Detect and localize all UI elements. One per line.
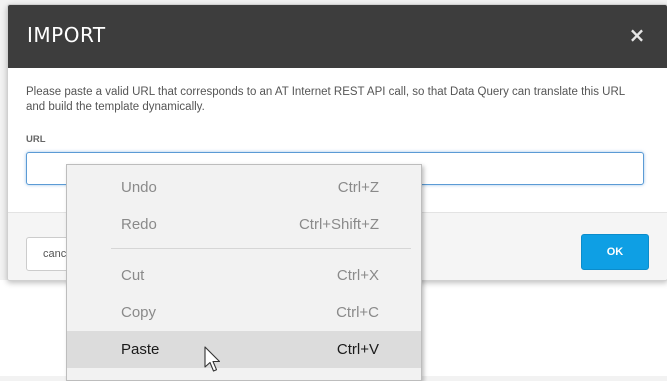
dialog-header: IMPORT ×: [8, 5, 667, 68]
menu-item-shortcut: Ctrl+X: [336, 267, 379, 284]
mouse-pointer-icon: [204, 346, 221, 372]
close-icon[interactable]: ×: [625, 23, 649, 47]
context-menu: Undo Ctrl+Z Redo Ctrl+Shift+Z Cut Ctrl+X…: [66, 164, 422, 381]
instructions-text: Please paste a valid URL that correspond…: [26, 86, 625, 113]
menu-item-shortcut: Ctrl+Shift+Z: [298, 216, 379, 233]
menu-item-label: Redo: [121, 216, 157, 233]
dialog-title: IMPORT: [27, 23, 106, 47]
menu-separator: [111, 248, 411, 249]
menu-item-label: Copy: [121, 304, 157, 321]
url-label: URL: [26, 134, 46, 145]
menu-item-undo[interactable]: Undo Ctrl+Z: [67, 169, 421, 206]
menu-item-label: Cut: [121, 267, 145, 284]
menu-item-label: Paste: [121, 341, 160, 358]
menu-item-paste[interactable]: Paste Ctrl+V: [67, 331, 421, 368]
menu-item-cut[interactable]: Cut Ctrl+X: [67, 257, 421, 294]
menu-item-shortcut: Ctrl+C: [336, 304, 379, 321]
menu-item-copy[interactable]: Copy Ctrl+C: [67, 294, 421, 331]
menu-item-shortcut: Ctrl+V: [336, 341, 379, 358]
menu-item-shortcut: Ctrl+Z: [337, 179, 379, 196]
ok-button[interactable]: OK: [581, 234, 649, 270]
menu-item-label: Undo: [121, 179, 157, 196]
menu-item-redo[interactable]: Redo Ctrl+Shift+Z: [67, 206, 421, 243]
